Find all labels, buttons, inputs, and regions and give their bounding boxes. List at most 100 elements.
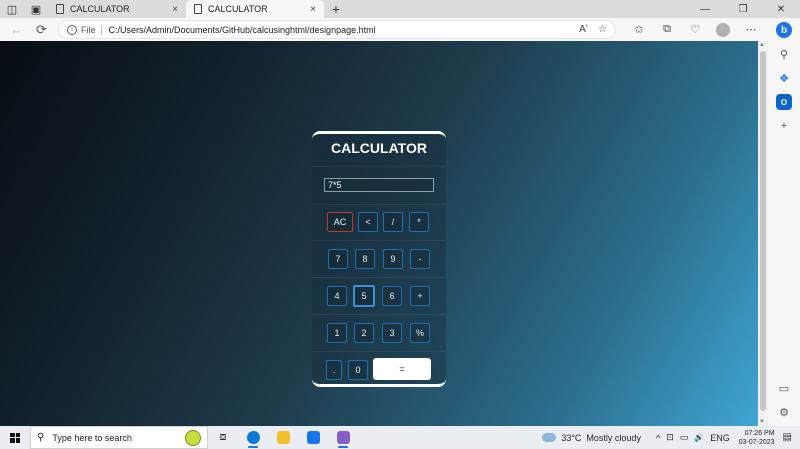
browser-essentials-icon[interactable]: ♡	[682, 20, 708, 40]
profile-avatar[interactable]	[716, 22, 730, 37]
clock-time: 07:26 PM	[744, 429, 775, 437]
key-4-button[interactable]: 4	[327, 286, 347, 306]
start-button[interactable]	[0, 426, 30, 449]
key-5-button[interactable]: 5	[353, 285, 375, 307]
cloud-icon	[542, 433, 557, 442]
site-info-icon[interactable]: i	[66, 24, 77, 35]
restore-button[interactable]: ❐	[724, 0, 762, 18]
key-3-button[interactable]: 3	[382, 323, 402, 343]
volume-icon[interactable]: 🔊	[693, 433, 705, 442]
key-7-button[interactable]: 7	[328, 249, 348, 269]
browser-toolbar: ← ⟳ i File C:/Users/Admin/Documents/GitH…	[0, 18, 768, 41]
key-8-button[interactable]: 8	[355, 249, 375, 269]
task-view-icon[interactable]: ⧈	[208, 426, 238, 449]
favorite-star-icon[interactable]: ☆	[598, 24, 607, 35]
window-controls: — ❐ ✕	[686, 0, 800, 18]
taskbar-file-explorer[interactable]	[268, 426, 298, 449]
browser-tab-1[interactable]: CALCULATOR ×	[48, 0, 186, 18]
edge-icon	[246, 431, 260, 444]
tab-actions-icon[interactable]: ▣	[24, 0, 48, 18]
weather-widget[interactable]: 33°C Mostly cloudy	[542, 433, 641, 443]
outlook-icon[interactable]: O	[776, 94, 792, 110]
taskbar-search-box[interactable]: ⚲ Type here to search	[30, 426, 208, 449]
browser-tab-2[interactable]: CALCULATOR ×	[186, 0, 324, 18]
divider	[312, 240, 446, 241]
minus-button[interactable]: -	[410, 249, 430, 269]
plus-button[interactable]: +	[410, 286, 430, 306]
address-separator	[101, 24, 103, 35]
taskbar-mail[interactable]	[298, 426, 328, 449]
notification-center-icon[interactable]: ▤	[783, 432, 792, 443]
minimize-button[interactable]: —	[686, 0, 724, 18]
new-tab-button[interactable]: +	[324, 0, 348, 18]
weather-description: Mostly cloudy	[586, 432, 641, 443]
edge-sidebar: b ⚲ ❖ O + ▭ ⚙	[768, 18, 800, 426]
page-viewport: CALCULATOR 7*5 AC < / * 7 8 9 - 4 5 6 + …	[0, 41, 758, 426]
backspace-button[interactable]: <	[358, 212, 378, 232]
tray-chevron-icon[interactable]: ^	[655, 433, 661, 443]
divider	[312, 277, 446, 278]
workspaces-icon[interactable]: ◫	[0, 0, 24, 18]
refresh-button[interactable]: ⟳	[29, 20, 54, 40]
search-icon[interactable]: ⚲	[776, 46, 792, 62]
divider	[312, 166, 446, 167]
settings-gear-icon[interactable]: ⚙	[776, 404, 792, 420]
mail-icon	[306, 431, 320, 444]
windows-logo-icon	[10, 432, 20, 443]
add-sidebar-app-icon[interactable]: +	[776, 118, 792, 134]
language-indicator[interactable]: ENG	[709, 433, 731, 443]
key-1-button[interactable]: 1	[327, 323, 347, 343]
search-icon: ⚲	[37, 432, 45, 443]
tab-close-icon[interactable]: ×	[310, 4, 316, 15]
favorites-icon[interactable]: ✩	[626, 20, 652, 40]
battery-icon[interactable]: ▭	[679, 432, 690, 443]
tab-close-icon[interactable]: ×	[172, 4, 178, 15]
file-explorer-icon	[276, 431, 290, 444]
clock-date: 03-07-2023	[738, 438, 775, 446]
equals-button[interactable]: =	[373, 358, 431, 380]
decimal-button[interactable]: .	[326, 360, 342, 380]
close-window-button[interactable]: ✕	[762, 0, 800, 18]
search-placeholder: Type here to search	[52, 432, 132, 443]
scroll-up-icon[interactable]: ▲	[759, 42, 765, 48]
search-highlight-icon	[185, 429, 201, 446]
scheme-label: File	[80, 24, 96, 35]
multiply-button[interactable]: *	[409, 212, 429, 232]
windows-taskbar: ⚲ Type here to search ⧈ 33°C Mostly clou…	[0, 426, 800, 449]
key-2-button[interactable]: 2	[354, 323, 374, 343]
calculator-panel: CALCULATOR 7*5 AC < / * 7 8 9 - 4 5 6 + …	[312, 131, 446, 387]
clear-button[interactable]: AC	[327, 212, 353, 232]
copilot-icon[interactable]: ❖	[776, 70, 792, 86]
bing-chat-icon[interactable]: b	[776, 22, 792, 38]
key-6-button[interactable]: 6	[382, 286, 402, 306]
weather-temperature: 33°C	[561, 432, 582, 443]
percent-button[interactable]: %	[410, 323, 430, 343]
url-text[interactable]: C:/Users/Admin/Documents/GitHub/calcusin…	[108, 25, 569, 35]
divide-button[interactable]: /	[383, 212, 403, 232]
taskbar-edge[interactable]	[238, 426, 268, 449]
divider	[312, 204, 446, 205]
page-icon	[56, 4, 64, 14]
split-screen-icon[interactable]: ▭	[776, 380, 792, 396]
calculator-display-input[interactable]: 7*5	[324, 178, 434, 192]
browser-tab-strip: ◫ ▣ CALCULATOR × CALCULATOR × + — ❐ ✕	[0, 0, 800, 18]
toolbar-right: ✩ ⧉ ♡ ⋯	[626, 20, 764, 40]
read-aloud-icon[interactable]: Aʼ	[579, 24, 588, 35]
divider	[312, 314, 446, 315]
more-menu-icon[interactable]: ⋯	[738, 20, 764, 40]
system-tray: ^ ⊡ ▭ 🔊 ENG	[655, 432, 731, 443]
network-icon[interactable]: ⊡	[665, 432, 675, 443]
collections-icon[interactable]: ⧉	[654, 20, 680, 40]
page-scrollbar[interactable]: ▲ ▼	[758, 41, 768, 426]
taskbar-clock[interactable]: 07:26 PM 03-07-2023	[739, 429, 775, 447]
back-button[interactable]: ←	[4, 20, 29, 40]
taskbar-visual-studio[interactable]	[328, 426, 358, 449]
key-0-button[interactable]: 0	[348, 360, 368, 380]
scroll-down-icon[interactable]: ▼	[759, 419, 765, 425]
visual-studio-icon	[336, 431, 350, 444]
key-9-button[interactable]: 9	[383, 249, 403, 269]
address-bar[interactable]: i File C:/Users/Admin/Documents/GitHub/c…	[57, 20, 616, 39]
divider	[312, 351, 446, 352]
scrollbar-thumb[interactable]	[760, 51, 766, 411]
tab-title: CALCULATOR	[208, 4, 268, 14]
